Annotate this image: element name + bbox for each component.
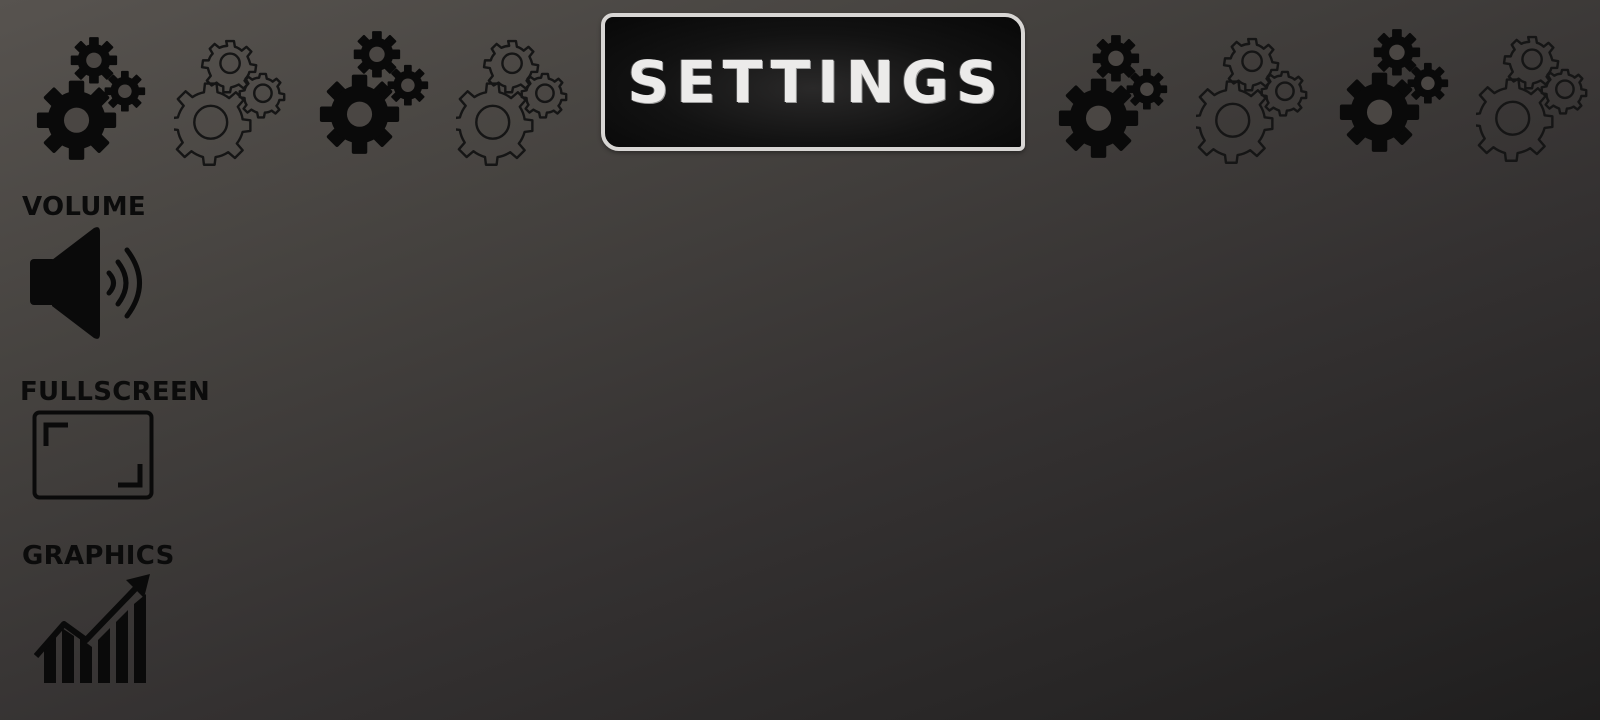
fullscreen-frame-icon[interactable]: [32, 410, 154, 500]
gears-icon: [1056, 28, 1172, 164]
gears-icon: [174, 32, 290, 168]
title-plate: SETTINGS: [601, 13, 1025, 151]
gears-icon: [1476, 28, 1592, 164]
gears-icon: [456, 32, 572, 168]
bar-chart-rising-icon[interactable]: [34, 574, 154, 684]
gears-icon: [34, 30, 150, 166]
gears-icon: [317, 24, 433, 160]
gears-icon: [1196, 30, 1312, 166]
gears-icon: [1337, 22, 1453, 158]
page-title: SETTINGS: [627, 48, 1005, 116]
graphics-label: GRAPHICS: [22, 541, 175, 571]
volume-label: VOLUME: [22, 192, 146, 222]
fullscreen-label: FULLSCREEN: [20, 377, 211, 407]
speaker-volume-icon[interactable]: [30, 224, 152, 342]
